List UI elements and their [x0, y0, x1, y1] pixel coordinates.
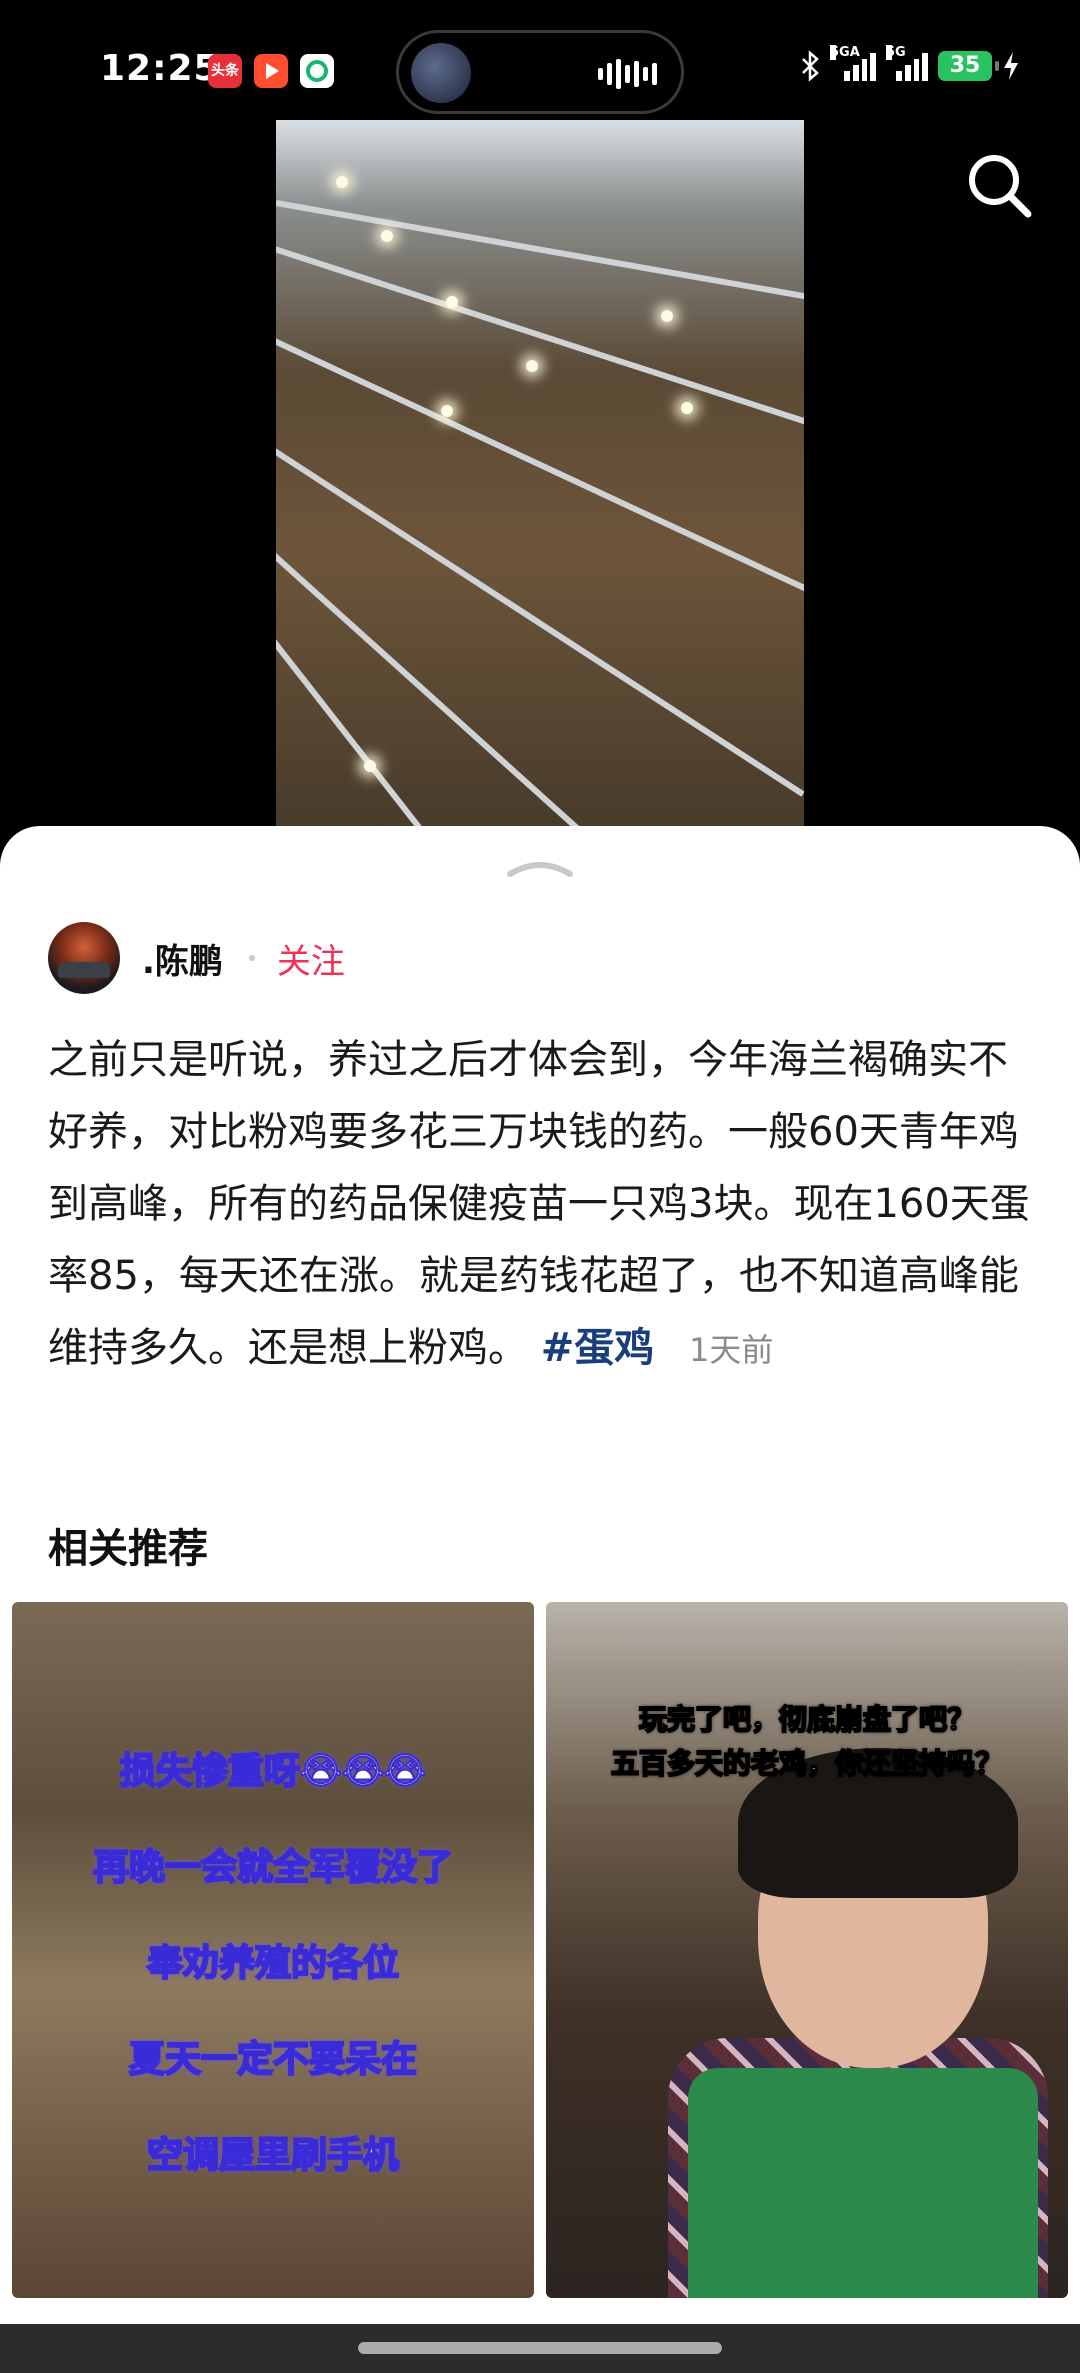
follow-button[interactable]: 关注 [277, 934, 345, 983]
post-detail-sheet: .陈鹏 关注 之前只是听说，养过之后才体会到，今年海兰褐确实不好养，对比粉鸡要多… [0, 826, 1080, 2373]
person-image [668, 1738, 1048, 2298]
card-caption-line: 再晚一会就全军覆没了 [92, 1846, 454, 1889]
audio-wave-icon [598, 59, 657, 89]
bluetooth-icon [802, 50, 819, 82]
green-app-icon [300, 54, 334, 88]
network-label-2: 5G [886, 45, 906, 60]
search-icon[interactable] [964, 150, 1034, 220]
video-player[interactable] [0, 120, 1080, 840]
related-card[interactable]: 玩完了吧，彻底崩盘了吧？ 五百多天的老鸡，你还坚持吗？ [546, 1602, 1068, 2298]
signal-icon: 5GA [830, 45, 876, 81]
card-caption-line: 五百多天的老鸡，你还坚持吗？ [610, 1746, 1004, 1781]
status-indicators: 5GA 5G 35 [800, 45, 1020, 82]
post-time: 1天前 [688, 1331, 774, 1369]
related-section-title: 相关推荐 [48, 1526, 208, 1572]
charging-icon [1004, 52, 1018, 80]
card-caption-line: 夏天一定不要呆在 [128, 2038, 418, 2081]
status-bar: 12:25 头条 5GA 5G 35 [0, 0, 1080, 120]
home-indicator[interactable] [358, 2342, 722, 2354]
network-label-1: 5GA [830, 45, 860, 60]
post-body: 之前只是听说，养过之后才体会到，今年海兰褐确实不好养，对比粉鸡要多花三万块钱的药… [48, 1024, 1038, 1386]
card-caption-line: 玩完了吧，彻底崩盘了吧？ [638, 1702, 976, 1737]
toutiao-app-icon: 头条 [208, 54, 242, 88]
author-avatar[interactable] [48, 922, 120, 994]
post-text: 之前只是听说，养过之后才体会到，今年海兰褐确实不好养，对比粉鸡要多花三万块钱的药… [48, 1037, 1030, 1371]
dynamic-island[interactable] [396, 30, 684, 114]
author-name[interactable]: .陈鹏 [142, 934, 223, 983]
author-row: .陈鹏 关注 [48, 922, 345, 994]
card-caption-line: 奉劝养殖的各位 [146, 1942, 400, 1985]
island-music-cover [411, 43, 471, 103]
status-time: 12:25 [100, 48, 220, 89]
battery-icon: 35 [938, 51, 999, 81]
card-caption-line: 损失惨重呀😭😭😭 [119, 1750, 427, 1793]
related-card[interactable]: 损失惨重呀😭😭😭 再晚一会就全军覆没了 奉劝养殖的各位 夏天一定不要呆在 空调屋… [12, 1602, 534, 2298]
video-app-icon [254, 54, 288, 88]
signal-icon-2: 5G [886, 45, 928, 81]
hashtag-link[interactable]: #蛋鸡 [541, 1325, 655, 1371]
video-frame [276, 120, 804, 840]
system-nav-bar [0, 2324, 1080, 2373]
screen: { "status_bar": { "time": "12:25", "tout… [0, 0, 1080, 2373]
separator-dot [248, 955, 255, 961]
card-caption-line: 空调屋里刷手机 [146, 2134, 400, 2177]
chevron-up-icon[interactable] [504, 854, 576, 878]
